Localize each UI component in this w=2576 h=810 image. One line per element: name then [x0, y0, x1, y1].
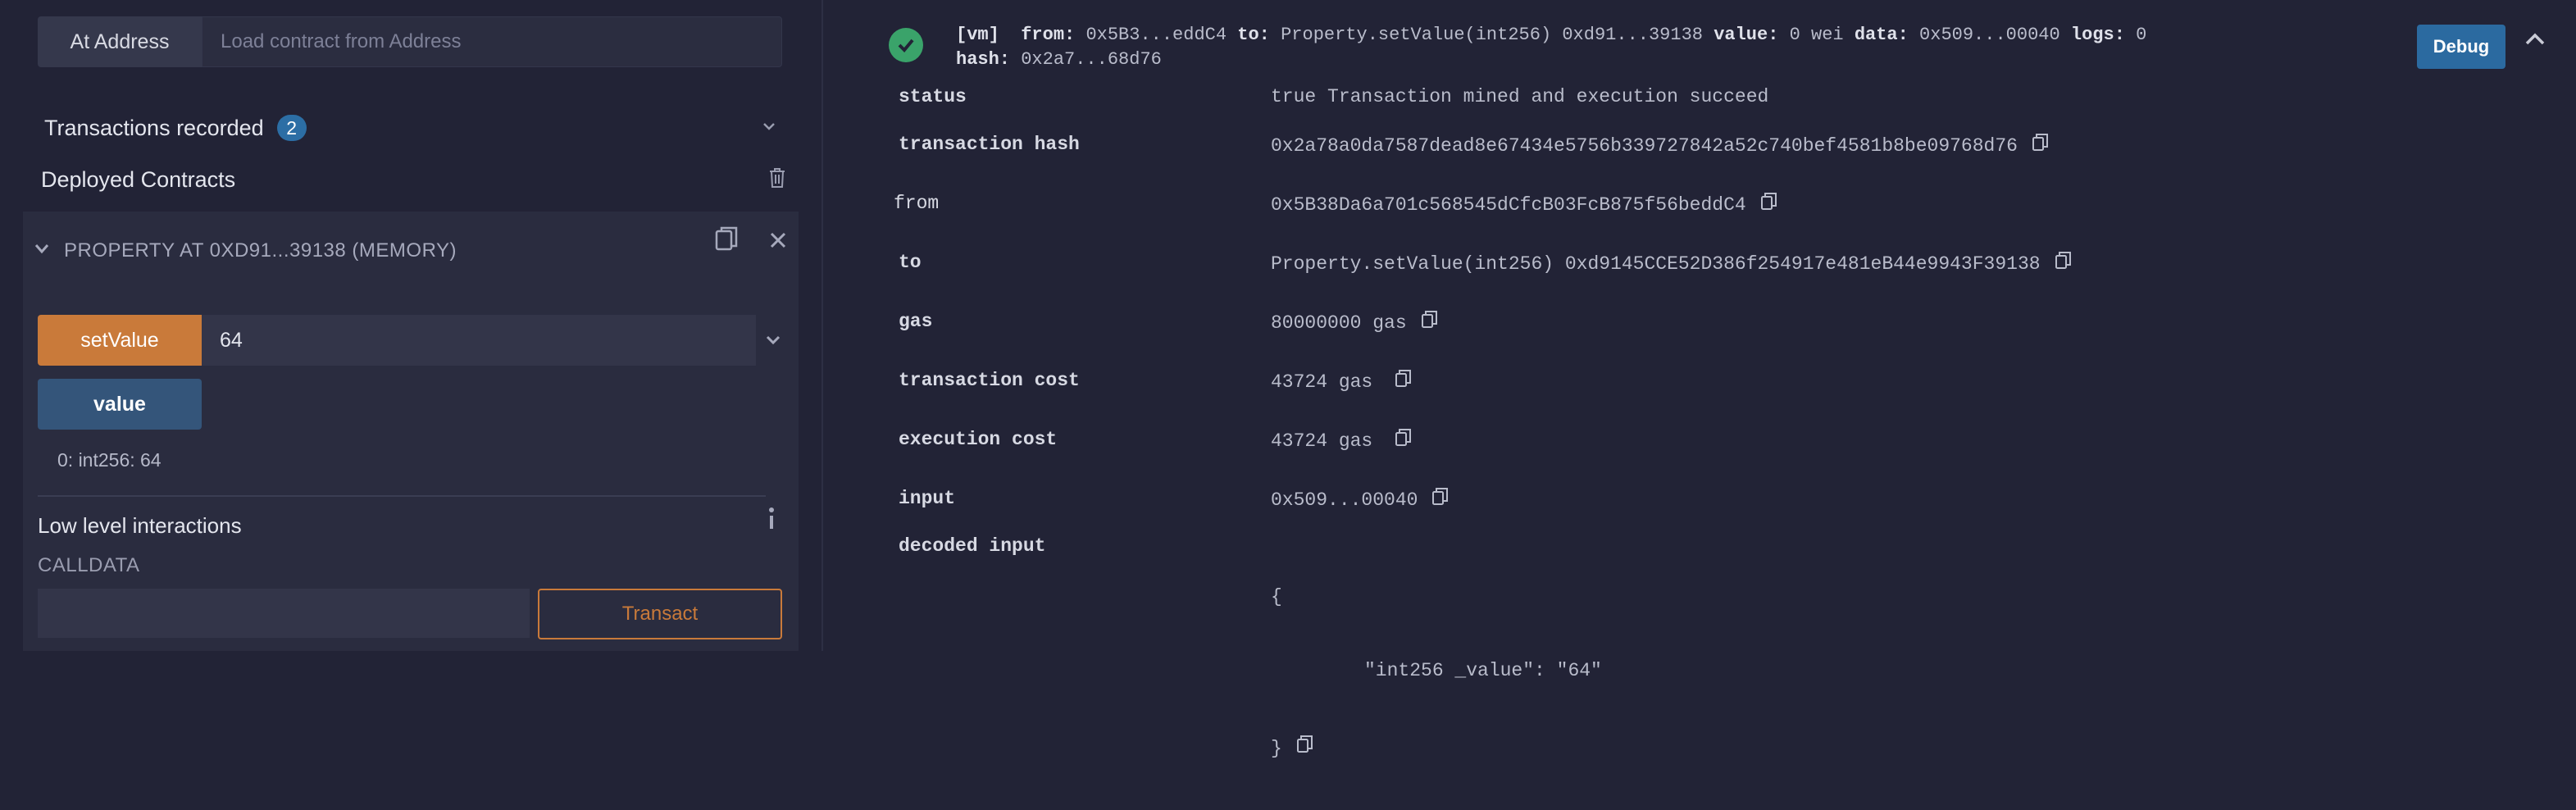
chevron-down-icon[interactable] [756, 315, 790, 366]
to-row-label: to [899, 252, 922, 273]
info-icon[interactable] [767, 507, 776, 535]
data-label: data: [1854, 25, 1909, 45]
at-address-button[interactable]: At Address [38, 16, 202, 67]
gas-value: 80000000 gas [1271, 312, 1407, 334]
exec-cost-value: 43724 gas [1271, 430, 1373, 452]
contract-header[interactable]: PROPERTY AT 0XD91...39138 (MEMORY) [33, 228, 787, 274]
exec-cost-label: execution cost [899, 429, 1058, 450]
decoded-body: "int256 _value": "64" [1364, 660, 1602, 681]
decoded-close-brace: } [1271, 737, 1282, 759]
copy-icon[interactable] [1395, 429, 1412, 453]
deployed-contracts-label: Deployed Contracts [41, 167, 236, 192]
copy-icon[interactable] [1395, 370, 1412, 394]
input-value: 0x509...00040 [1271, 489, 1418, 511]
to-row-value: Property.setValue(int256) 0xd9145CCE52D3… [1271, 253, 2041, 275]
copy-icon[interactable] [1760, 193, 1777, 216]
at-address-row: At Address Load contract from Address [38, 16, 782, 67]
check-circle-icon [889, 28, 923, 62]
calldata-input[interactable] [38, 589, 530, 638]
left-panel: At Address Load contract from Address Tr… [0, 0, 821, 651]
input-label: input [899, 488, 956, 509]
status-label: status [899, 86, 967, 107]
status-value: true Transaction mined and execution suc… [1271, 86, 1769, 107]
calldata-label: CALLDATA [38, 554, 140, 576]
vm-tag: [vm] [956, 25, 999, 45]
decoded-input-value: { "int256 _value": "64" } [1271, 535, 1602, 810]
exec-cost-value-wrap: 43724 gas [1271, 429, 1412, 453]
from-row-value-wrap: 0x5B38Da6a701c568545dCfcB03FcB875f56bedd… [1271, 193, 1777, 216]
copy-icon[interactable] [2055, 252, 2072, 275]
deployed-contract-panel: PROPERTY AT 0XD91...39138 (MEMORY) setVa… [23, 212, 799, 651]
value-value: 0 wei [1789, 25, 1844, 45]
hash-value: 0x2a7...68d76 [1021, 49, 1162, 70]
input-value-wrap: 0x509...00040 [1271, 488, 1449, 512]
tx-hash-label: transaction hash [899, 134, 1080, 155]
copy-icon[interactable] [1421, 311, 1438, 334]
tx-hash-value: 0x2a78a0da7587dead8e67434e5756b339727842… [1271, 134, 2018, 157]
transact-button[interactable]: Transact [538, 589, 782, 639]
data-value: 0x509...00040 [1919, 25, 2060, 45]
from-row-label: from [894, 193, 940, 214]
copy-icon[interactable] [1432, 488, 1449, 512]
close-icon[interactable] [769, 231, 787, 253]
tx-cost-value: 43724 gas [1271, 371, 1373, 393]
trash-icon[interactable] [767, 167, 787, 193]
contract-title: PROPERTY AT 0XD91...39138 (MEMORY) [64, 239, 457, 262]
transactions-recorded[interactable]: Transactions recorded 2 [44, 115, 307, 141]
tx-cost-value-wrap: 43724 gas [1271, 370, 1412, 394]
set-value-input[interactable]: 64 [202, 315, 756, 366]
tx-hash-value-wrap: 0x2a78a0da7587dead8e67434e5756b339727842… [1271, 134, 2049, 157]
gas-label: gas [899, 311, 933, 332]
gas-value-wrap: 80000000 gas [1271, 311, 1438, 334]
transaction-summary[interactable]: [vm] from: 0x5B3...eddC4 to: Property.se… [956, 23, 2146, 72]
divider [38, 495, 766, 497]
terminal-panel: [vm] from: 0x5B3...eddC4 to: Property.se… [823, 0, 2576, 759]
copy-icon[interactable] [715, 226, 740, 257]
to-row-value-wrap: Property.setValue(int256) 0xd9145CCE52D3… [1271, 252, 2072, 275]
chevron-down-icon[interactable] [761, 118, 777, 139]
tx-cost-label: transaction cost [899, 370, 1080, 391]
hash-label: hash: [956, 49, 1011, 70]
copy-icon[interactable] [2032, 134, 2049, 157]
value-label: value: [1714, 25, 1779, 45]
debug-button[interactable]: Debug [2417, 25, 2505, 69]
set-value-row: setValue 64 [38, 315, 790, 366]
low-level-interactions-label: Low level interactions [38, 513, 242, 538]
logs-label: logs: [2070, 25, 2125, 45]
value-result: 0: int256: 64 [57, 449, 162, 471]
address-input[interactable]: Load contract from Address [202, 16, 782, 67]
from-label: from: [1021, 25, 1076, 45]
to-label: to: [1237, 25, 1270, 45]
value-button[interactable]: value [38, 379, 202, 430]
logs-value: 0 [2136, 25, 2147, 45]
transactions-count-badge: 2 [276, 115, 307, 141]
copy-icon[interactable] [1296, 735, 1313, 761]
chevron-down-icon[interactable] [33, 239, 51, 263]
decoded-open-brace: { [1271, 586, 1282, 608]
to-value: Property.setValue(int256) 0xd91...39138 [1281, 25, 1703, 45]
set-value-button[interactable]: setValue [38, 315, 202, 366]
chevron-up-icon[interactable] [2524, 31, 2546, 52]
decoded-input-label: decoded input [899, 535, 1046, 557]
from-value: 0x5B3...eddC4 [1085, 25, 1227, 45]
transactions-recorded-label: Transactions recorded [44, 115, 264, 140]
from-row-value: 0x5B38Da6a701c568545dCfcB03FcB875f56bedd… [1271, 193, 1746, 216]
